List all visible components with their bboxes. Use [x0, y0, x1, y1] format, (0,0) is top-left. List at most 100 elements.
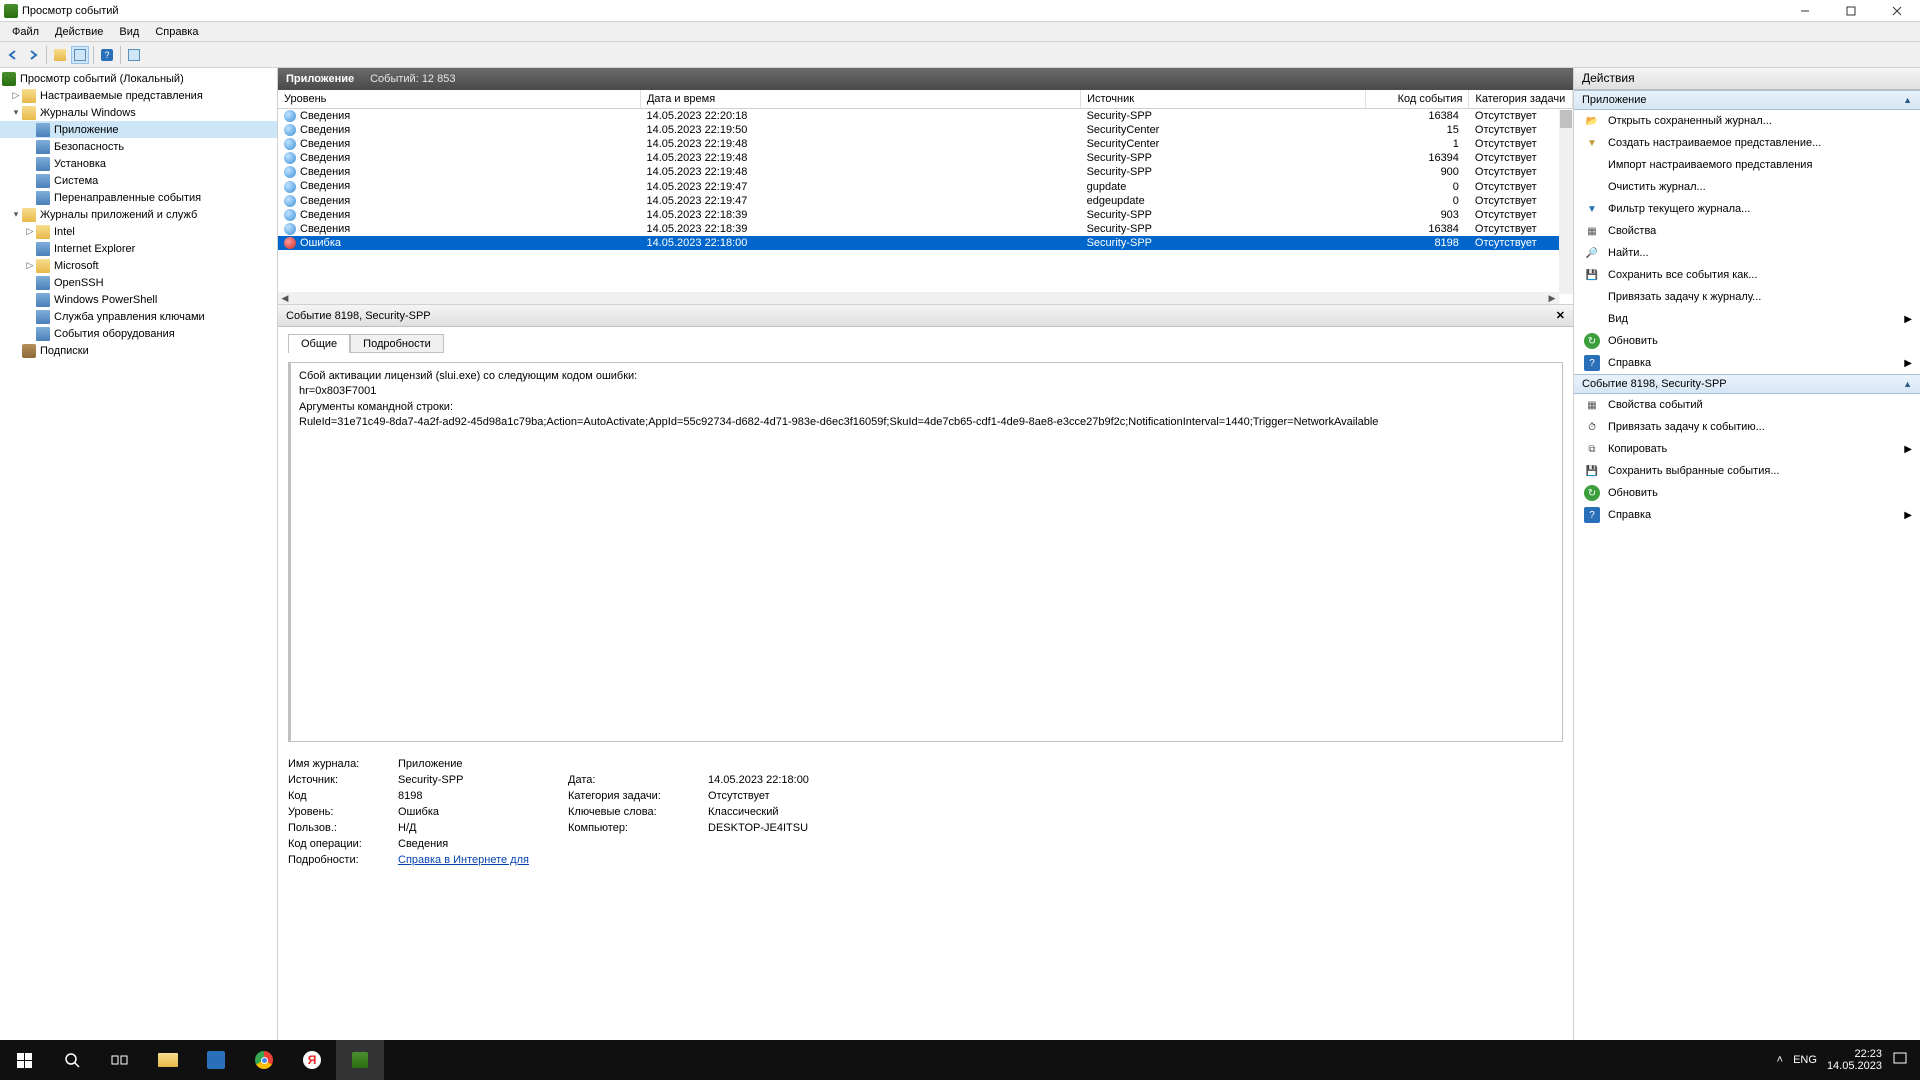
horizontal-scrollbar[interactable]: ◀▶: [278, 292, 1559, 304]
event-row[interactable]: Ошибка14.05.2023 22:18:00Security-SPP819…: [278, 236, 1573, 250]
tree-security[interactable]: Безопасность: [0, 138, 277, 155]
tree-application[interactable]: Приложение: [0, 121, 277, 138]
menu-help[interactable]: Справка: [147, 24, 206, 40]
maximize-button[interactable]: [1828, 0, 1874, 22]
tray-lang[interactable]: ENG: [1793, 1054, 1817, 1066]
col-date[interactable]: Дата и время: [640, 90, 1080, 109]
event-row[interactable]: Сведения14.05.2023 22:19:47edgeupdate0От…: [278, 194, 1573, 208]
chrome-button[interactable]: [240, 1040, 288, 1080]
toolbar-btn-3[interactable]: [125, 46, 143, 64]
help-icon: ?: [1584, 507, 1600, 523]
tab-details[interactable]: Подробности: [350, 334, 444, 353]
eventviewer-taskbar-button[interactable]: [336, 1040, 384, 1080]
yandex-button[interactable]: Я: [288, 1040, 336, 1080]
actions-section-app[interactable]: Приложение▲: [1574, 90, 1920, 110]
online-help-link[interactable]: Справка в Интернете для: [398, 854, 558, 866]
action-import-custom[interactable]: Импорт настраиваемого представления: [1574, 154, 1920, 176]
tree-powershell[interactable]: Windows PowerShell: [0, 291, 277, 308]
action-attach-task[interactable]: Привязать задачу к журналу...: [1574, 286, 1920, 308]
tab-general[interactable]: Общие: [288, 334, 350, 353]
tree-windows-logs[interactable]: ▾Журналы Windows: [0, 104, 277, 121]
event-list[interactable]: Уровень Дата и время Источник Код событи…: [278, 90, 1573, 305]
expand-icon[interactable]: ▷: [24, 260, 36, 271]
menu-action[interactable]: Действие: [47, 24, 111, 40]
tree-ie[interactable]: Internet Explorer: [0, 240, 277, 257]
tree-system[interactable]: Система: [0, 172, 277, 189]
tree-custom-views[interactable]: ▷Настраиваемые представления: [0, 87, 277, 104]
action-open-saved[interactable]: 📂Открыть сохраненный журнал...: [1574, 110, 1920, 132]
event-row[interactable]: Сведения14.05.2023 22:18:39Security-SPP1…: [278, 222, 1573, 236]
tree-microsoft[interactable]: ▷Microsoft: [0, 257, 277, 274]
vertical-scrollbar[interactable]: [1559, 110, 1573, 294]
notifications-icon[interactable]: [1892, 1051, 1908, 1070]
back-button[interactable]: [4, 46, 22, 64]
search-button[interactable]: [48, 1040, 96, 1080]
event-row[interactable]: Сведения14.05.2023 22:18:39Security-SPP9…: [278, 208, 1573, 222]
collapse-icon[interactable]: ▾: [10, 209, 22, 220]
tray-chevron-icon[interactable]: ˄: [1777, 1054, 1783, 1066]
action-view[interactable]: Вид▶: [1574, 308, 1920, 330]
close-detail-button[interactable]: ✕: [1556, 309, 1565, 322]
col-eventid[interactable]: Код события: [1365, 90, 1469, 109]
action-filter-log[interactable]: ▼Фильтр текущего журнала...: [1574, 198, 1920, 220]
action-save-all[interactable]: 💾Сохранить все события как...: [1574, 264, 1920, 286]
task-view-button[interactable]: [96, 1040, 144, 1080]
action-refresh[interactable]: ↻Обновить: [1574, 330, 1920, 352]
system-tray[interactable]: ˄ ENG 22:23 14.05.2023: [1777, 1048, 1920, 1072]
tray-clock[interactable]: 22:23 14.05.2023: [1827, 1048, 1882, 1072]
menu-file[interactable]: Файл: [4, 24, 47, 40]
action-find[interactable]: 🔎Найти...: [1574, 242, 1920, 264]
action-attach-task-event[interactable]: ⏱Привязать задачу к событию...: [1574, 416, 1920, 438]
show-hide-tree-button[interactable]: [51, 46, 69, 64]
navigation-tree[interactable]: Просмотр событий (Локальный) ▷Настраивае…: [0, 68, 278, 1040]
tree-keymgmt[interactable]: Служба управления ключами: [0, 308, 277, 325]
info-icon: [284, 223, 296, 235]
eventviewer-icon: [2, 72, 16, 86]
minimize-button[interactable]: [1782, 0, 1828, 22]
tree-hwevents[interactable]: События оборудования: [0, 325, 277, 342]
tree-app-svc-logs[interactable]: ▾Журналы приложений и служб: [0, 206, 277, 223]
expand-icon[interactable]: ▷: [10, 90, 22, 101]
event-row[interactable]: Сведения14.05.2023 22:19:48SecurityCente…: [278, 137, 1573, 151]
action-clear-log[interactable]: Очистить журнал...: [1574, 176, 1920, 198]
action-help[interactable]: ?Справка▶: [1574, 352, 1920, 374]
event-row[interactable]: Сведения14.05.2023 22:19:48Security-SPP9…: [278, 165, 1573, 179]
expand-icon[interactable]: ▷: [24, 226, 36, 237]
menu-view[interactable]: Вид: [111, 24, 147, 40]
tree-intel[interactable]: ▷Intel: [0, 223, 277, 240]
taskbar[interactable]: Я ˄ ENG 22:23 14.05.2023: [0, 1040, 1920, 1080]
tree-subscriptions[interactable]: Подписки: [0, 342, 277, 359]
detail-title: Событие 8198, Security-SPP: [286, 310, 431, 322]
help-button[interactable]: ?: [98, 46, 116, 64]
col-task[interactable]: Категория задачи: [1469, 90, 1573, 109]
start-button[interactable]: [0, 1040, 48, 1080]
action-create-custom[interactable]: ▼Создать настраиваемое представление...: [1574, 132, 1920, 154]
store-button[interactable]: [192, 1040, 240, 1080]
action-save-selected[interactable]: 💾Сохранить выбранные события...: [1574, 460, 1920, 482]
explorer-button[interactable]: [144, 1040, 192, 1080]
refresh-icon: ↻: [1584, 333, 1600, 349]
col-source[interactable]: Источник: [1081, 90, 1366, 109]
help-icon: ?: [1584, 355, 1600, 371]
action-properties[interactable]: ▦Свойства: [1574, 220, 1920, 242]
tree-setup[interactable]: Установка: [0, 155, 277, 172]
event-row[interactable]: Сведения14.05.2023 22:20:18Security-SPP1…: [278, 109, 1573, 124]
action-refresh-2[interactable]: ↻Обновить: [1574, 482, 1920, 504]
action-copy[interactable]: ⧉Копировать▶: [1574, 438, 1920, 460]
action-help-2[interactable]: ?Справка▶: [1574, 504, 1920, 526]
action-event-props[interactable]: ▦Свойства событий: [1574, 394, 1920, 416]
tree-root[interactable]: Просмотр событий (Локальный): [0, 70, 277, 87]
log-header: Приложение Событий: 12 853: [278, 68, 1573, 90]
tree-openssh[interactable]: OpenSSH: [0, 274, 277, 291]
actions-section-event[interactable]: Событие 8198, Security-SPP▲: [1574, 374, 1920, 394]
event-row[interactable]: Сведения14.05.2023 22:19:48Security-SPP1…: [278, 151, 1573, 165]
event-row[interactable]: Сведения14.05.2023 22:19:47gupdate0Отсут…: [278, 179, 1573, 193]
event-row[interactable]: Сведения14.05.2023 22:19:50SecurityCente…: [278, 123, 1573, 137]
collapse-icon[interactable]: ▾: [10, 107, 22, 118]
tree-forwarded[interactable]: Перенаправленные события: [0, 189, 277, 206]
log-icon: [36, 123, 50, 137]
forward-button[interactable]: [24, 46, 42, 64]
close-button[interactable]: [1874, 0, 1920, 22]
col-level[interactable]: Уровень: [278, 90, 640, 109]
toolbar-btn-2[interactable]: [71, 46, 89, 64]
